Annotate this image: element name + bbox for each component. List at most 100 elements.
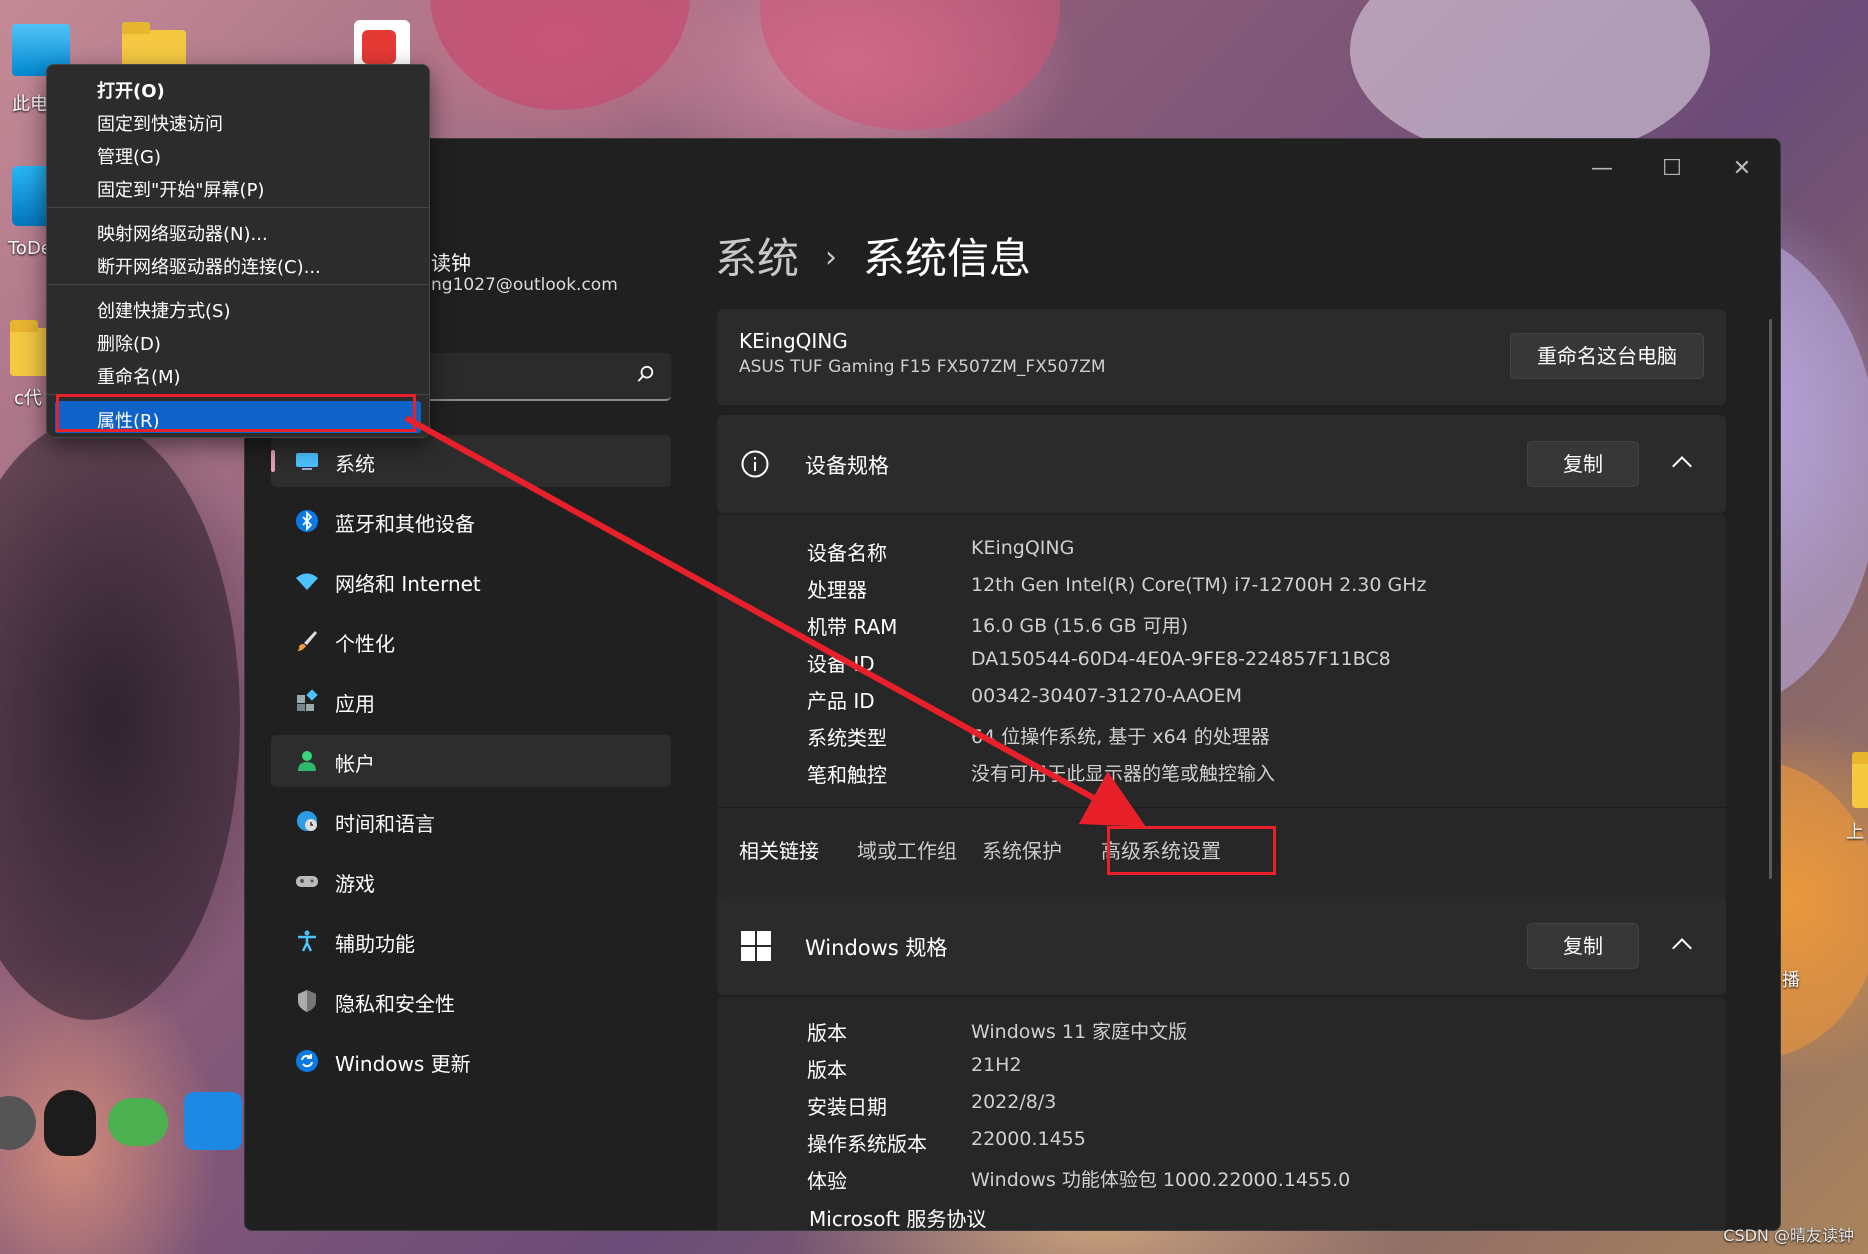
user-email: ng1027@outlook.com (431, 275, 618, 295)
windows-specs-body: 版本 Windows 11 家庭中文版 版本 21H2 安装日期 2022/8/… (717, 997, 1726, 1230)
chevron-up-icon[interactable] (1672, 938, 1692, 958)
wallpaper-shape (1350, 0, 1710, 160)
shield-icon (298, 990, 316, 1012)
pc-model: ASUS TUF Gaming F15 FX507ZM_FX507ZM (739, 357, 1106, 377)
domain-workgroup-link[interactable]: 域或工作组 (857, 835, 957, 864)
divider (717, 807, 1726, 808)
spec-value: Windows 功能体验包 1000.22000.1455.0 (971, 1169, 1351, 1191)
spec-label: 安装日期 (807, 1095, 887, 1119)
spec-label: 设备 ID (807, 652, 875, 676)
spec-value: 64 位操作系统, 基于 x64 的处理器 (971, 726, 1270, 748)
copy-windows-specs-button[interactable]: 复制 (1527, 923, 1639, 969)
copy-device-specs-button[interactable]: 复制 (1527, 441, 1639, 487)
settings-main: 系统 › 系统信息 KEingQING ASUS TUF Gaming F15 FX… (715, 139, 1780, 1230)
menu-item-label: 创建快捷方式(S) (97, 301, 231, 322)
pc-name-card: KEingQING ASUS TUF Gaming F15 FX507ZM_FX… (717, 309, 1726, 405)
sidebar-item-system[interactable]: 系统 (271, 435, 671, 487)
menu-item-pin-start[interactable]: 固定到"开始"屏幕(P) (47, 170, 429, 202)
spec-value: 没有可用于此显示器的笔或触控输入 (971, 763, 1276, 785)
device-specs-body: 设备名称 KEingQING 处理器 12th Gen Intel(R) Cor… (717, 515, 1726, 945)
spec-value: DA150544-60D4-4E0A-9FE8-224857F11BC8 (971, 648, 1391, 670)
menu-item-disconnect-network-drive[interactable]: 断开网络驱动器的连接(C)... (47, 247, 429, 279)
sidebar-item-label: 网络和 Internet (335, 572, 481, 596)
wechat-icon[interactable] (108, 1098, 168, 1146)
sidebar-item-privacy[interactable]: 隐私和安全性 (271, 975, 671, 1027)
update-icon (296, 1050, 318, 1072)
spec-value: 16.0 GB (15.6 GB 可用) (971, 615, 1189, 637)
sidebar-item-time-language[interactable]: 时间和语言 (271, 795, 671, 847)
menu-item-open[interactable]: 打开(O) (47, 71, 429, 103)
settings-window: — ☐ ✕ 读钟 ng1027@outlook.com 系统 蓝牙和其他设备 网… (244, 138, 1781, 1231)
pc-name: KEingQING (739, 329, 848, 353)
spec-label: 机带 RAM (807, 615, 898, 639)
system-protection-link[interactable]: 系统保护 (982, 835, 1062, 864)
folder-icon[interactable] (10, 320, 50, 376)
sidebar-item-apps[interactable]: 应用 (271, 675, 671, 727)
context-menu: 打开(O) 固定到快速访问 管理(G) 固定到"开始"屏幕(P) 映射网络驱动器… (46, 64, 430, 438)
spec-value: Windows 11 家庭中文版 (971, 1021, 1188, 1043)
spec-label: 系统类型 (807, 726, 887, 750)
watermark: CSDN @晴友读钟 (1723, 1226, 1854, 1245)
feishu-icon[interactable] (184, 1092, 242, 1150)
page-title: 系统信息 (863, 234, 1032, 283)
desktop-icon-label: 此电 (12, 94, 48, 115)
search-icon[interactable] (637, 365, 655, 383)
sidebar-item-accounts[interactable]: 帐户 (271, 735, 671, 787)
monitor-icon (296, 453, 318, 470)
info-icon (741, 450, 769, 478)
sidebar-item-personalization[interactable]: 个性化 (271, 615, 671, 667)
spec-label: 版本 (807, 1058, 847, 1082)
spec-label: 处理器 (807, 578, 867, 602)
spec-value: 00342-30407-31270-AAOEM (971, 685, 1243, 707)
scrollbar-thumb[interactable] (1769, 319, 1772, 879)
gamepad-icon (296, 876, 318, 887)
menu-separator (47, 207, 429, 208)
menu-item-create-shortcut[interactable]: 创建快捷方式(S) (47, 291, 429, 323)
sidebar-item-network[interactable]: 网络和 Internet (271, 555, 671, 607)
menu-item-manage[interactable]: 管理(G) (47, 137, 429, 169)
chevron-up-icon[interactable] (1672, 456, 1692, 476)
microsoft-services-agreement-link[interactable]: Microsoft 服务协议 (809, 1203, 986, 1230)
spec-label: 设备名称 (807, 541, 887, 565)
menu-item-label: 管理(G) (97, 147, 161, 168)
menu-item-map-network-drive[interactable]: 映射网络驱动器(N)... (47, 214, 429, 246)
desktop-icon-label: c代 (14, 388, 42, 409)
globe-clock-icon (297, 811, 317, 831)
spec-value: 21H2 (971, 1054, 1022, 1076)
spec-label: 体验 (807, 1169, 847, 1193)
spec-value: 22000.1455 (971, 1128, 1086, 1150)
breadcrumb: 系统 › 系统信息 (715, 225, 1031, 286)
device-specs-header[interactable]: 设备规格 复制 (717, 415, 1726, 513)
desktop-icon-label: 播 (1782, 970, 1800, 991)
wallpaper-shape (0, 420, 240, 1020)
breadcrumb-parent[interactable]: 系统 (715, 234, 799, 283)
wallpaper-shape (430, 0, 690, 110)
sidebar-item-windows-update[interactable]: Windows 更新 (271, 1035, 671, 1087)
qq-icon[interactable] (44, 1090, 96, 1156)
sidebar-item-gaming[interactable]: 游戏 (271, 855, 671, 907)
menu-item-delete[interactable]: 删除(D) (47, 324, 429, 356)
spec-value: KEingQING (971, 537, 1075, 559)
folder-icon[interactable] (1852, 752, 1868, 808)
menu-item-label: 删除(D) (97, 334, 161, 355)
active-indicator (271, 450, 275, 472)
desktop-icon-label: 上 (1846, 822, 1864, 843)
windows-specs-header[interactable]: Windows 规格 复制 (717, 897, 1726, 995)
spec-label: 操作系统版本 (807, 1132, 927, 1156)
menu-item-label: 断开网络驱动器的连接(C)... (97, 257, 321, 278)
menu-item-label: 映射网络驱动器(N)... (97, 224, 268, 245)
sidebar-item-label: 系统 (335, 452, 375, 476)
related-links-title: 相关链接 (739, 839, 819, 863)
spec-label: 版本 (807, 1021, 847, 1045)
sidebar-item-accessibility[interactable]: 辅助功能 (271, 915, 671, 967)
sidebar-item-label: 时间和语言 (335, 812, 435, 836)
sidebar-item-label: 蓝牙和其他设备 (335, 512, 475, 536)
sidebar-item-bluetooth[interactable]: 蓝牙和其他设备 (271, 495, 671, 547)
menu-item-pin-quick-access[interactable]: 固定到快速访问 (47, 104, 429, 136)
menu-item-rename[interactable]: 重命名(M) (47, 357, 429, 389)
highlight-box-properties (56, 394, 416, 432)
bluetooth-icon (296, 510, 318, 532)
rename-pc-button[interactable]: 重命名这台电脑 (1510, 333, 1704, 379)
breadcrumb-separator: › (825, 240, 838, 275)
accessibility-icon (298, 930, 316, 952)
